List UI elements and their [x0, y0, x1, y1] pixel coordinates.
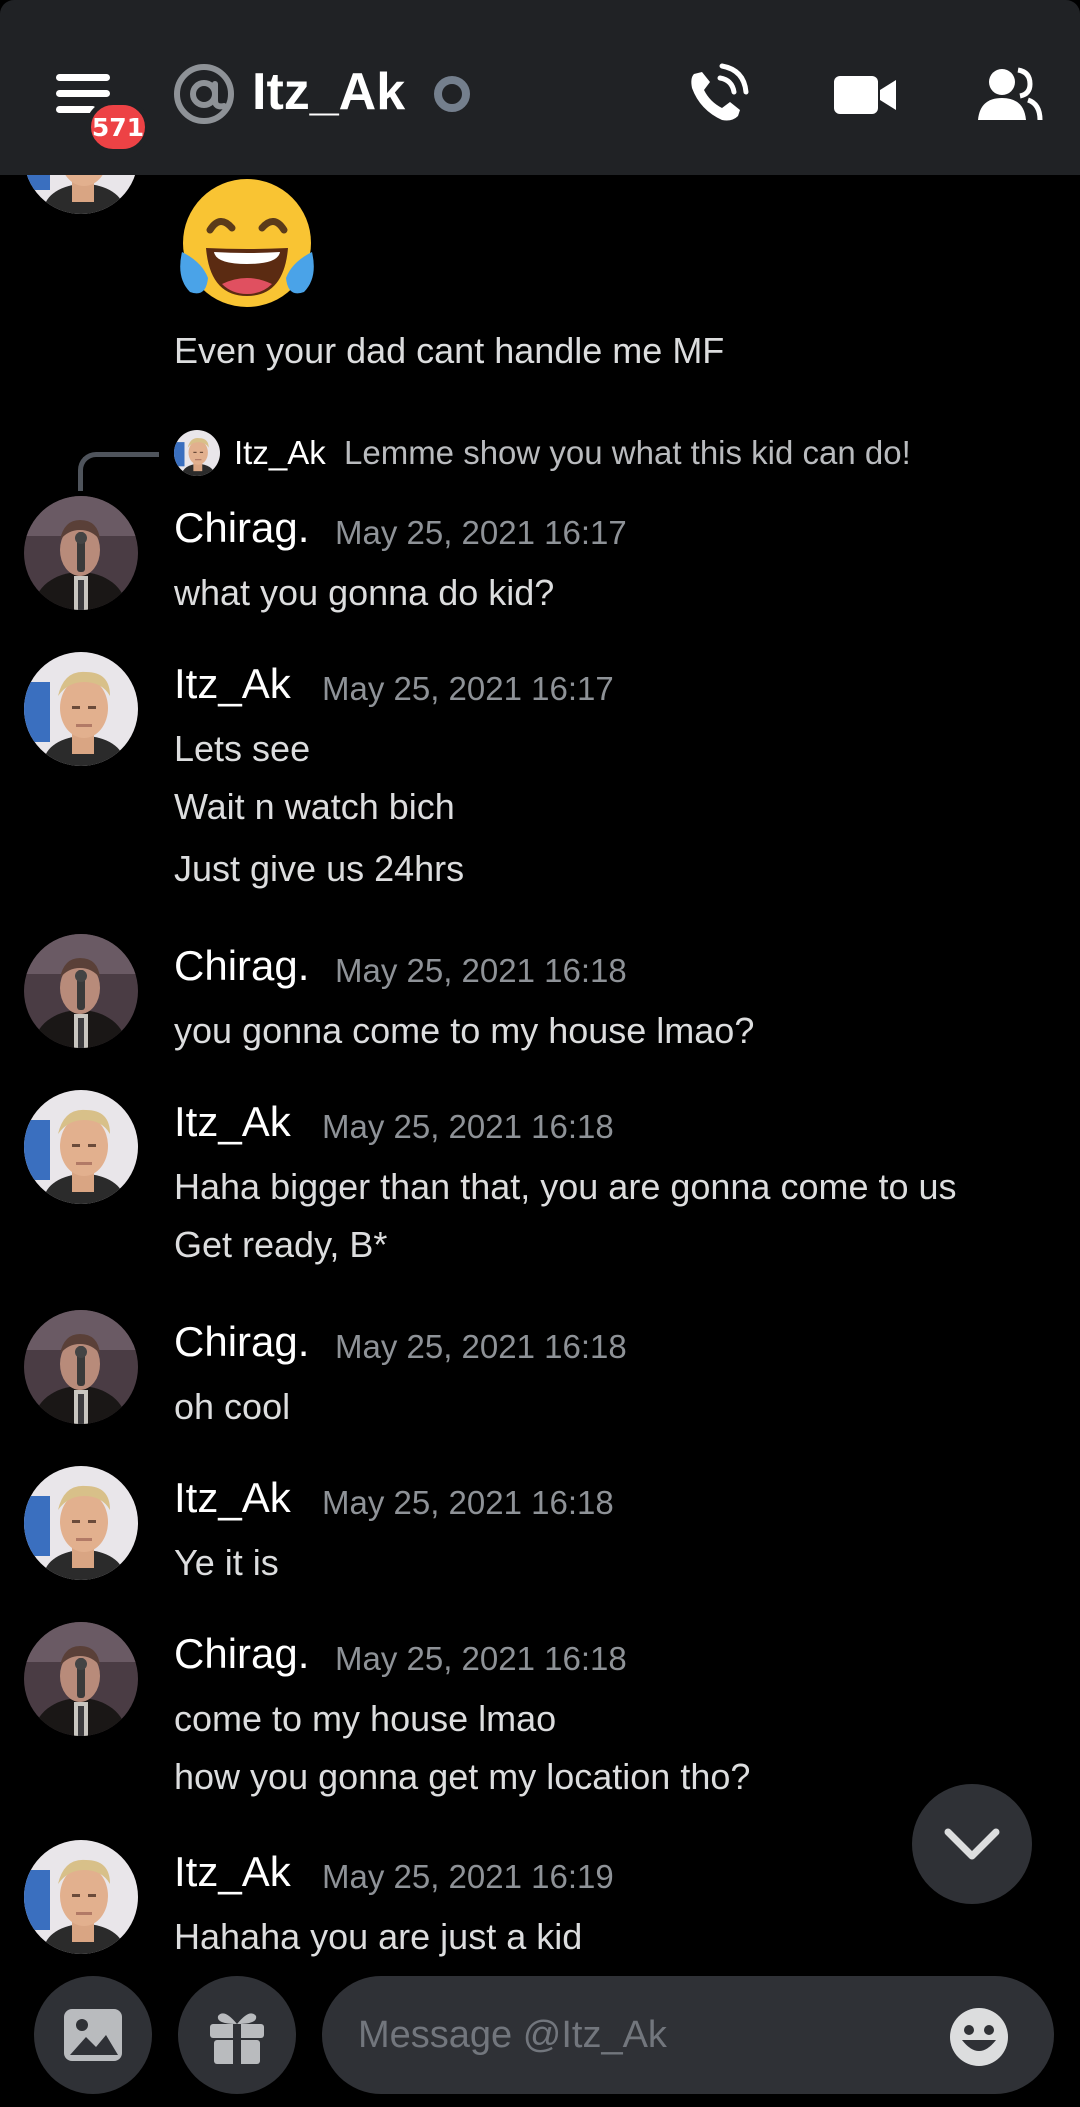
- message-author[interactable]: Itz_Ak: [174, 1474, 291, 1522]
- message-text: Lets see: [174, 728, 311, 769]
- message-text: Hahaha you are just a kid: [174, 1916, 583, 1957]
- gift-icon: [210, 2013, 264, 2064]
- message-author[interactable]: Chirag.: [174, 504, 309, 552]
- message-author[interactable]: Itz_Ak: [174, 1848, 291, 1896]
- message-text: Ye it is: [174, 1542, 279, 1583]
- message-author[interactable]: Itz_Ak: [174, 660, 291, 708]
- reply-reference[interactable]: Itz_Ak Lemme show you what this kid can …: [78, 430, 978, 491]
- channel-header: 571 Itz_Ak: [0, 0, 1080, 175]
- message-timestamp: May 25, 2021 16:18: [322, 1484, 614, 1521]
- avatar[interactable]: [24, 1622, 138, 1736]
- hamburger-menu-icon: [56, 74, 110, 81]
- message-timestamp: May 25, 2021 16:17: [335, 514, 627, 551]
- message-author[interactable]: Chirag.: [174, 1318, 309, 1366]
- message-composer: [0, 1960, 1080, 2107]
- chevron-down-icon: [944, 1828, 1000, 1860]
- reply-connector: [78, 452, 159, 491]
- avatar[interactable]: [24, 1466, 138, 1580]
- message-timestamp: May 25, 2021 16:18: [322, 1108, 614, 1145]
- message-timestamp: May 25, 2021 16:18: [335, 1328, 627, 1365]
- message-text: Even your dad cant handle me MF: [174, 330, 725, 371]
- message-text: come to my house lmao: [174, 1698, 557, 1739]
- message-list[interactable]: Even your dad cant handle me MF Itz_Ak L…: [0, 0, 1080, 2107]
- message-text: Get ready, B*: [174, 1224, 388, 1265]
- jump-to-present-button[interactable]: [912, 1784, 1032, 1904]
- avatar[interactable]: [24, 1090, 138, 1204]
- message-text: oh cool: [174, 1386, 291, 1427]
- message-timestamp: May 25, 2021 16:18: [335, 952, 627, 989]
- message-author[interactable]: Chirag.: [174, 1630, 309, 1678]
- message-author[interactable]: Itz_Ak: [174, 1098, 291, 1146]
- message-timestamp: May 25, 2021 16:18: [335, 1640, 627, 1677]
- message-text: Haha bigger than that, you are gonna com…: [174, 1166, 957, 1207]
- image-icon: [64, 2009, 122, 2061]
- at-sign-icon: [174, 64, 234, 124]
- message-author[interactable]: Chirag.: [174, 942, 309, 990]
- message-text: Wait n watch bich: [174, 786, 455, 827]
- menu-bar: [56, 90, 110, 97]
- message-text: what you gonna do kid?: [174, 572, 555, 613]
- reply-avatar: [174, 430, 220, 476]
- message-timestamp: May 25, 2021 16:19: [322, 1858, 614, 1895]
- gift-button[interactable]: [178, 1976, 296, 2094]
- avatar[interactable]: [24, 934, 138, 1048]
- phone-call-icon[interactable]: [682, 60, 752, 130]
- status-offline-dot: [434, 76, 470, 112]
- reply-text: Lemme show you what this kid can do!: [344, 434, 911, 471]
- message-text: you gonna come to my house lmao?: [174, 1010, 755, 1051]
- message-input[interactable]: [322, 1976, 1054, 2094]
- message-text: Just give us 24hrs: [174, 848, 465, 889]
- video-camera-icon[interactable]: [830, 60, 900, 130]
- reply-author: Itz_Ak: [234, 434, 326, 471]
- message-text: how you gonna get my location tho?: [174, 1756, 751, 1797]
- emoji-smile-icon[interactable]: [948, 2006, 1010, 2068]
- tears-of-joy-emoji-icon: [180, 179, 314, 307]
- page-title: Itz_Ak: [252, 63, 406, 121]
- avatar[interactable]: [24, 1840, 138, 1954]
- message-timestamp: May 25, 2021 16:17: [322, 670, 614, 707]
- avatar[interactable]: [24, 1310, 138, 1424]
- avatar[interactable]: [24, 496, 138, 610]
- attach-image-button[interactable]: [34, 1976, 152, 2094]
- members-icon[interactable]: [974, 60, 1044, 130]
- unread-badge: 571: [86, 100, 150, 154]
- avatar[interactable]: [24, 652, 138, 766]
